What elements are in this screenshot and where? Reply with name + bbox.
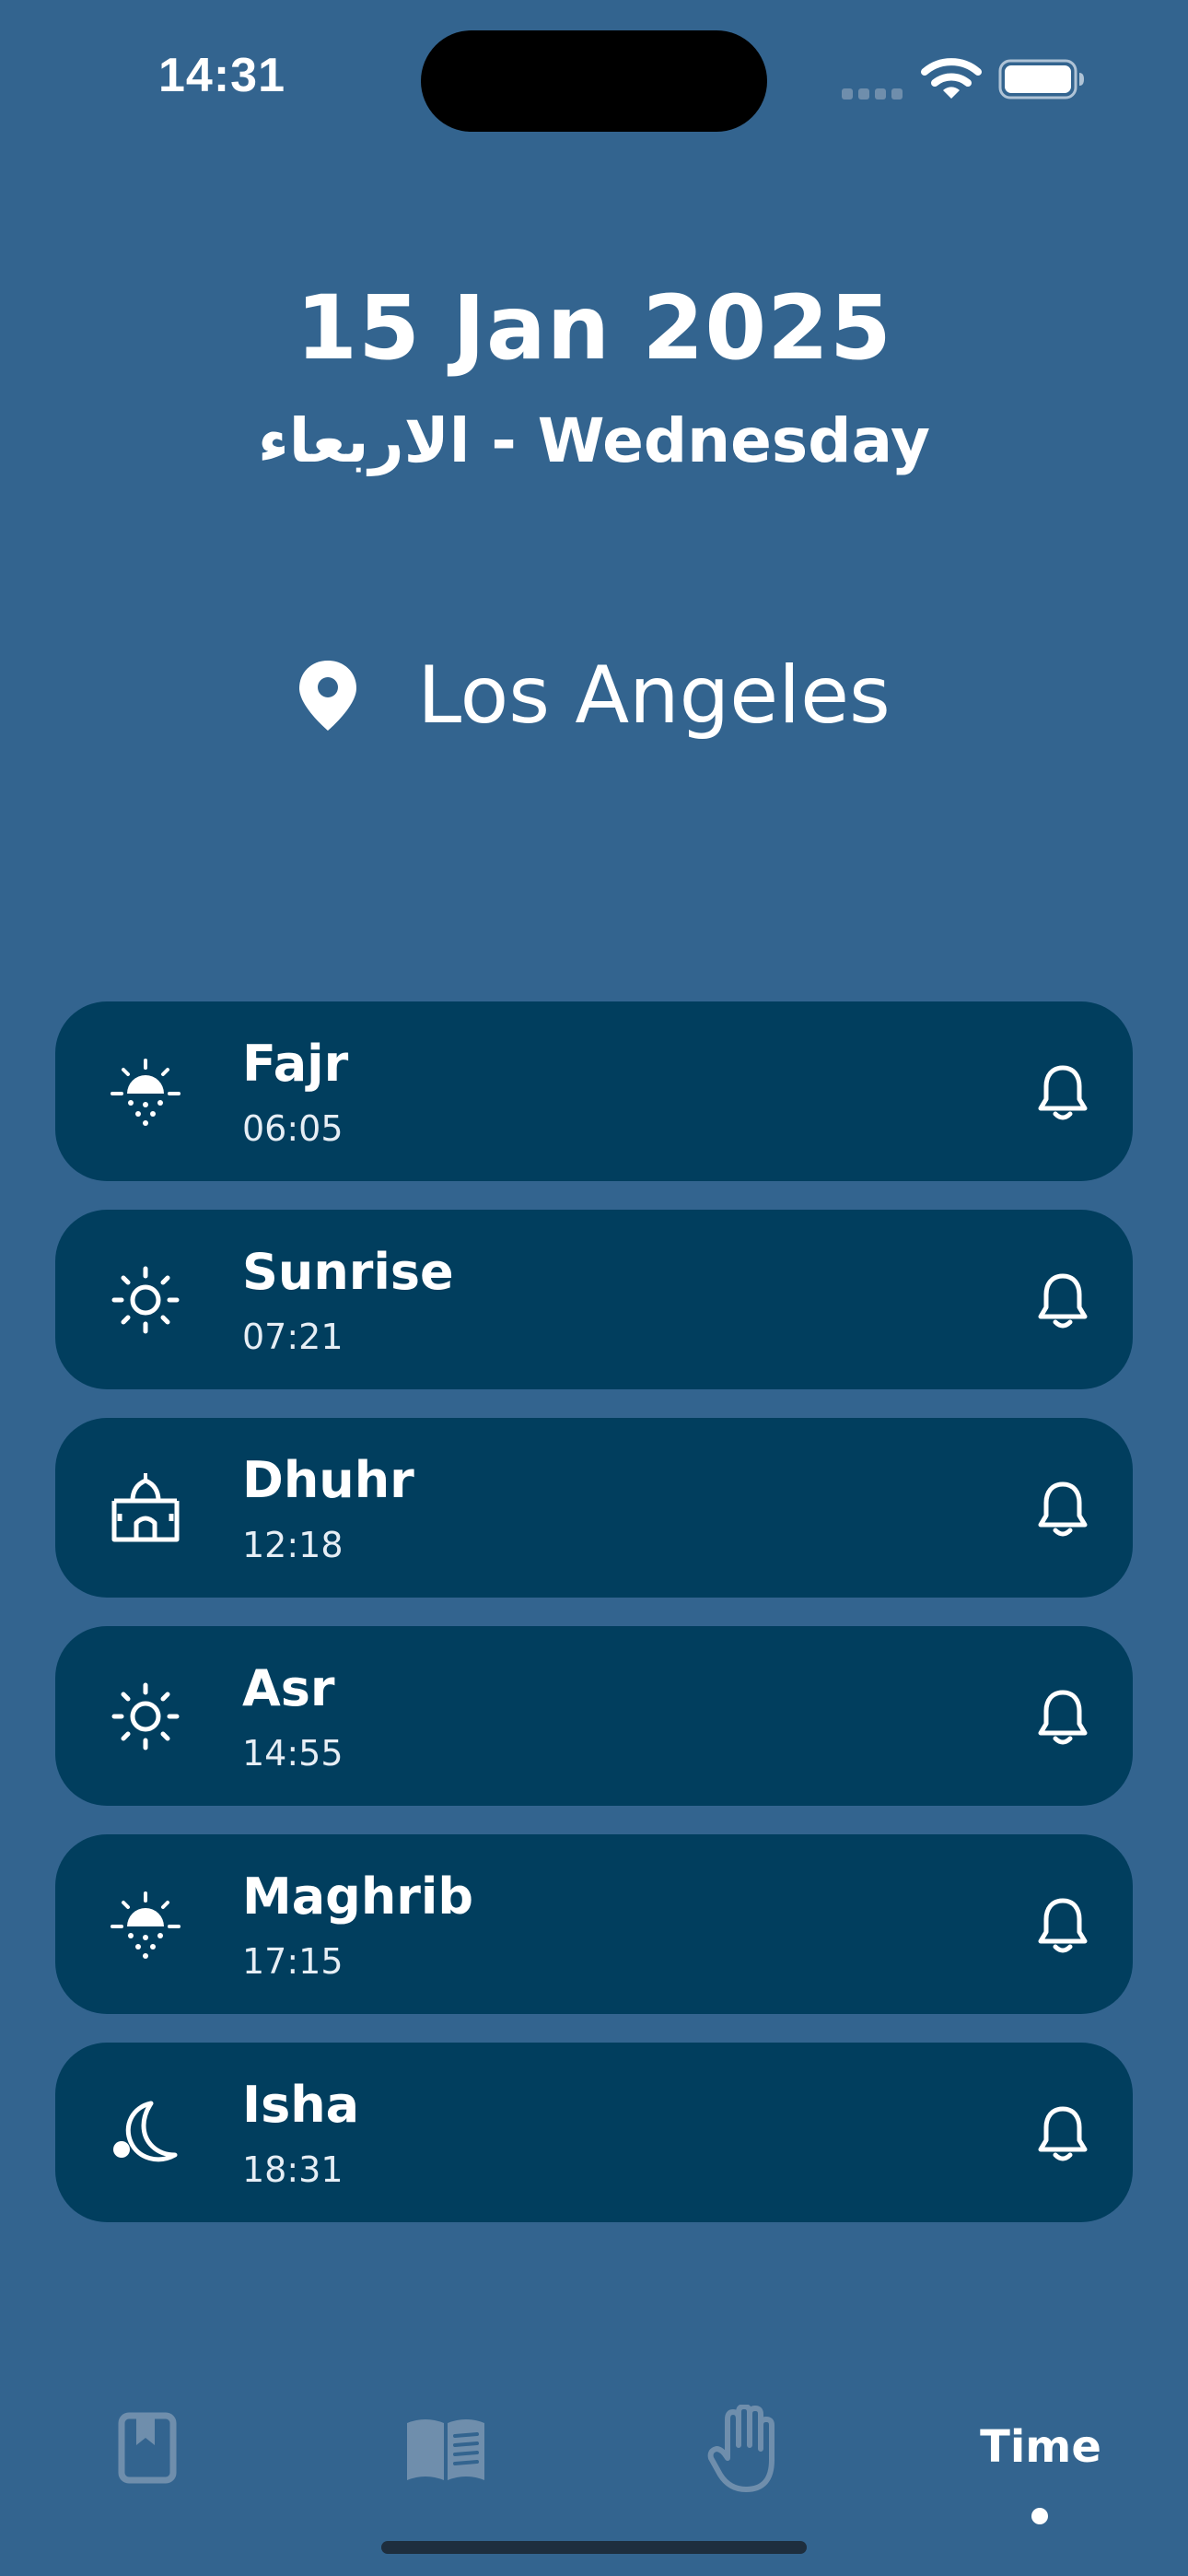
location-name: Los Angeles: [417, 650, 891, 742]
prayer-card-maghrib[interactable]: Maghrib 17:15: [55, 1834, 1133, 2014]
prayer-name: Dhuhr: [242, 1451, 414, 1509]
wifi-icon: [921, 58, 982, 99]
bell-icon[interactable]: [1035, 1064, 1090, 1123]
sun-icon: [111, 1266, 180, 1334]
prayer-name: Isha: [242, 2076, 360, 2134]
prayer-time: 17:15: [242, 1941, 344, 1982]
cellular-signal-icon: [842, 85, 906, 100]
prayer-time: 12:18: [242, 1525, 344, 1565]
map-pin-icon: [299, 661, 357, 731]
bell-icon[interactable]: [1035, 1481, 1090, 1540]
active-tab-indicator: [1031, 2508, 1048, 2524]
bell-icon[interactable]: [1035, 2105, 1090, 2164]
prayer-times-list: Fajr 06:05 Sunrise 07:21 Dhuhr 12:18 Asr…: [55, 1001, 1133, 2251]
sun-icon: [111, 1682, 180, 1751]
prayer-time: 07:21: [242, 1317, 344, 1357]
prayer-name: Maghrib: [242, 1868, 474, 1926]
date-title: 15 Jan 2025: [296, 276, 892, 380]
sunrise-icon: [111, 1059, 181, 1126]
prayer-card-isha[interactable]: Isha 18:31: [55, 2043, 1133, 2222]
sunset-icon: [111, 1891, 181, 1959]
status-bar-time: 14:31: [158, 49, 285, 102]
bell-icon[interactable]: [1035, 1689, 1090, 1748]
tab-time[interactable]: Time: [958, 2421, 1124, 2473]
prayer-card-dhuhr[interactable]: Dhuhr 12:18: [55, 1418, 1133, 1598]
weekday-label: الاربعاء - Wednesday: [258, 405, 930, 476]
bookmark-book-icon[interactable]: [118, 2412, 177, 2484]
location-row[interactable]: Los Angeles: [0, 645, 1188, 746]
prayer-time: 14:55: [242, 1733, 344, 1774]
prayer-name: Sunrise: [242, 1243, 454, 1301]
prayer-card-asr[interactable]: Asr 14:55: [55, 1626, 1133, 1806]
prayer-name: Asr: [242, 1659, 335, 1717]
bell-icon[interactable]: [1035, 1272, 1090, 1331]
praying-hand-icon[interactable]: [707, 2405, 781, 2493]
prayer-time: 18:31: [242, 2149, 344, 2190]
moon-icon: [113, 2101, 178, 2162]
dynamic-island: [421, 30, 767, 132]
prayer-card-sunrise[interactable]: Sunrise 07:21: [55, 1210, 1133, 1389]
prayer-name: Fajr: [242, 1035, 349, 1093]
prayer-card-fajr[interactable]: Fajr 06:05: [55, 1001, 1133, 1181]
bell-icon[interactable]: [1035, 1897, 1090, 1956]
prayer-time: 06:05: [242, 1108, 344, 1149]
home-indicator[interactable]: [381, 2541, 807, 2554]
battery-full-icon: [998, 59, 1084, 100]
open-book-icon[interactable]: [405, 2416, 486, 2482]
mosque-icon: [111, 1473, 180, 1542]
prayer-times-screen: 14:31 15 Jan 2025 الاربعاء - Wednesday L…: [0, 0, 1188, 2576]
